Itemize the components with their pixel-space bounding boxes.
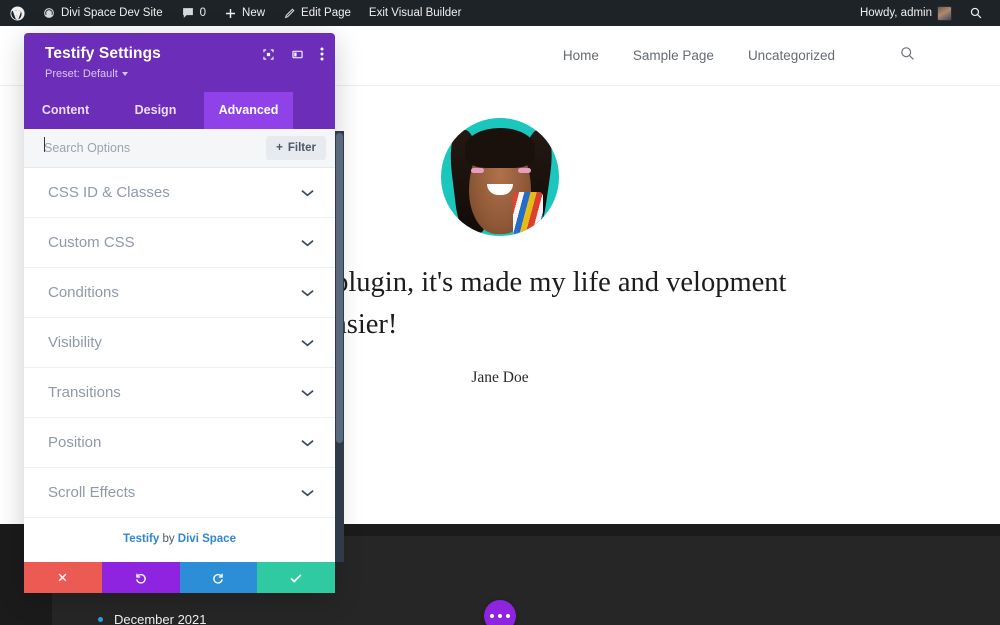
- modal-header: Testify Settings Preset: Default: [24, 33, 335, 92]
- edit-page-label: Edit Page: [301, 7, 351, 19]
- chevron-down-icon: [301, 289, 314, 297]
- x-icon: [59, 573, 67, 582]
- screen: Divi Space Dev Site 0 New Edit Page Exit…: [0, 0, 1000, 625]
- avatar: [937, 5, 952, 21]
- admin-bar-search-button[interactable]: [960, 0, 992, 26]
- credit-product-link[interactable]: Testify: [123, 533, 159, 545]
- chevron-down-icon: [301, 439, 314, 447]
- plus-icon: [224, 7, 237, 20]
- testimonial-author-photo: [441, 118, 559, 236]
- plugin-credit: Testify by Divi Space: [24, 518, 335, 562]
- new-content-menu[interactable]: New: [215, 0, 274, 26]
- undo-arrow-icon: [135, 573, 146, 584]
- primary-navigation: Home Sample Page Uncategorized: [563, 45, 916, 67]
- comments-count: 0: [199, 7, 207, 19]
- archive-link-december: December 2021: [114, 612, 207, 625]
- nav-item-uncategorized[interactable]: Uncategorized: [748, 48, 835, 63]
- modal-header-icons: [262, 47, 324, 61]
- search-icon: [969, 6, 983, 20]
- panel-scrollbar[interactable]: [335, 131, 344, 562]
- section-label: CSS ID & Classes: [48, 184, 170, 201]
- section-label: Conditions: [48, 284, 119, 301]
- wp-logo-menu[interactable]: [0, 0, 33, 26]
- section-label: Custom CSS: [48, 234, 135, 251]
- search-input[interactable]: [44, 141, 259, 155]
- dot-3: [506, 614, 510, 618]
- archives-list: December 2021 October 2021: [98, 608, 207, 625]
- chevron-down-icon: [301, 239, 314, 247]
- section-label: Visibility: [48, 334, 102, 351]
- divi-visual-builder-toggle[interactable]: [484, 600, 516, 625]
- dashboard-icon: [42, 6, 56, 20]
- plus-icon: +: [276, 142, 283, 154]
- credit-vendor-link[interactable]: Divi Space: [178, 533, 236, 545]
- site-name-menu[interactable]: Divi Space Dev Site: [33, 0, 172, 26]
- admin-bar-left: Divi Space Dev Site 0 New Edit Page Exit…: [0, 0, 470, 26]
- credit-by-text: by: [159, 533, 178, 545]
- chevron-down-icon: [301, 189, 314, 197]
- fullscreen-icon[interactable]: [262, 48, 275, 61]
- settings-tabs: Content Design Advanced: [24, 92, 335, 129]
- chevron-down-icon: [301, 389, 314, 397]
- search-row: + Filter: [24, 129, 335, 168]
- wordpress-logo-icon: [10, 5, 25, 21]
- site-name-label: Divi Space Dev Site: [61, 7, 163, 19]
- panel-layout-icon[interactable]: [291, 48, 304, 61]
- nav-item-home[interactable]: Home: [563, 48, 599, 63]
- avatar-hair-top: [465, 128, 535, 168]
- sidebar-item-css-id-classes[interactable]: CSS ID & Classes: [24, 168, 335, 218]
- nav-item-sample-page[interactable]: Sample Page: [633, 48, 714, 63]
- edit-page-menu[interactable]: Edit Page: [274, 0, 360, 26]
- exit-vb-label: Exit Visual Builder: [368, 7, 462, 19]
- scrollbar-thumb[interactable]: [336, 133, 343, 443]
- tab-content[interactable]: Content: [24, 92, 107, 129]
- chevron-down-icon: [301, 339, 314, 347]
- redo-arrow-icon: [213, 573, 224, 584]
- comments-menu[interactable]: 0: [172, 0, 215, 26]
- filter-button[interactable]: + Filter: [266, 136, 326, 160]
- sidebar-item-custom-css[interactable]: Custom CSS: [24, 218, 335, 268]
- check-icon: [290, 573, 302, 583]
- close-button[interactable]: [24, 562, 102, 593]
- avatar-eye-right: [518, 168, 531, 173]
- preset-label: Preset: Default: [45, 68, 118, 80]
- sidebar-item-conditions[interactable]: Conditions: [24, 268, 335, 318]
- settings-sections: CSS ID & Classes Custom CSS Conditions V…: [24, 168, 335, 518]
- undo-button[interactable]: [101, 562, 180, 593]
- sidebar-item-transitions[interactable]: Transitions: [24, 368, 335, 418]
- save-button[interactable]: [257, 562, 335, 593]
- tab-advanced[interactable]: Advanced: [204, 92, 293, 129]
- filter-label: Filter: [287, 142, 316, 154]
- sidebar-item-visibility[interactable]: Visibility: [24, 318, 335, 368]
- new-label: New: [242, 7, 266, 19]
- modal-actions: [24, 562, 335, 593]
- avatar-eye-left: [471, 168, 484, 173]
- wp-admin-bar: Divi Space Dev Site 0 New Edit Page Exit…: [0, 0, 1000, 26]
- section-label: Transitions: [48, 384, 121, 401]
- howdy-label: Howdy, admin: [859, 7, 932, 19]
- dot-1: [490, 614, 494, 618]
- comment-bubble-icon: [181, 6, 195, 20]
- exit-visual-builder-menu[interactable]: Exit Visual Builder: [360, 0, 470, 26]
- chevron-down-icon: [301, 489, 314, 497]
- nav-search-icon[interactable]: [899, 45, 916, 67]
- text-cursor: [44, 137, 45, 152]
- pencil-icon: [283, 7, 296, 20]
- admin-bar-right: Howdy, admin: [850, 0, 1000, 26]
- module-settings-modal: Testify Settings Preset: Default Content…: [24, 33, 344, 593]
- redo-button[interactable]: [179, 562, 258, 593]
- sidebar-item-position[interactable]: Position: [24, 418, 335, 468]
- tab-design[interactable]: Design: [107, 92, 204, 129]
- dot-2: [498, 614, 502, 618]
- section-label: Scroll Effects: [48, 484, 136, 501]
- section-label: Position: [48, 434, 102, 451]
- chevron-down-icon: [121, 72, 128, 76]
- sidebar-item-scroll-effects[interactable]: Scroll Effects: [24, 468, 335, 518]
- my-account-menu[interactable]: Howdy, admin: [850, 0, 960, 26]
- more-options-icon[interactable]: [320, 47, 324, 61]
- preset-selector[interactable]: Preset: Default: [45, 68, 128, 80]
- avatar-beads: [513, 192, 543, 236]
- list-item[interactable]: December 2021: [98, 608, 207, 625]
